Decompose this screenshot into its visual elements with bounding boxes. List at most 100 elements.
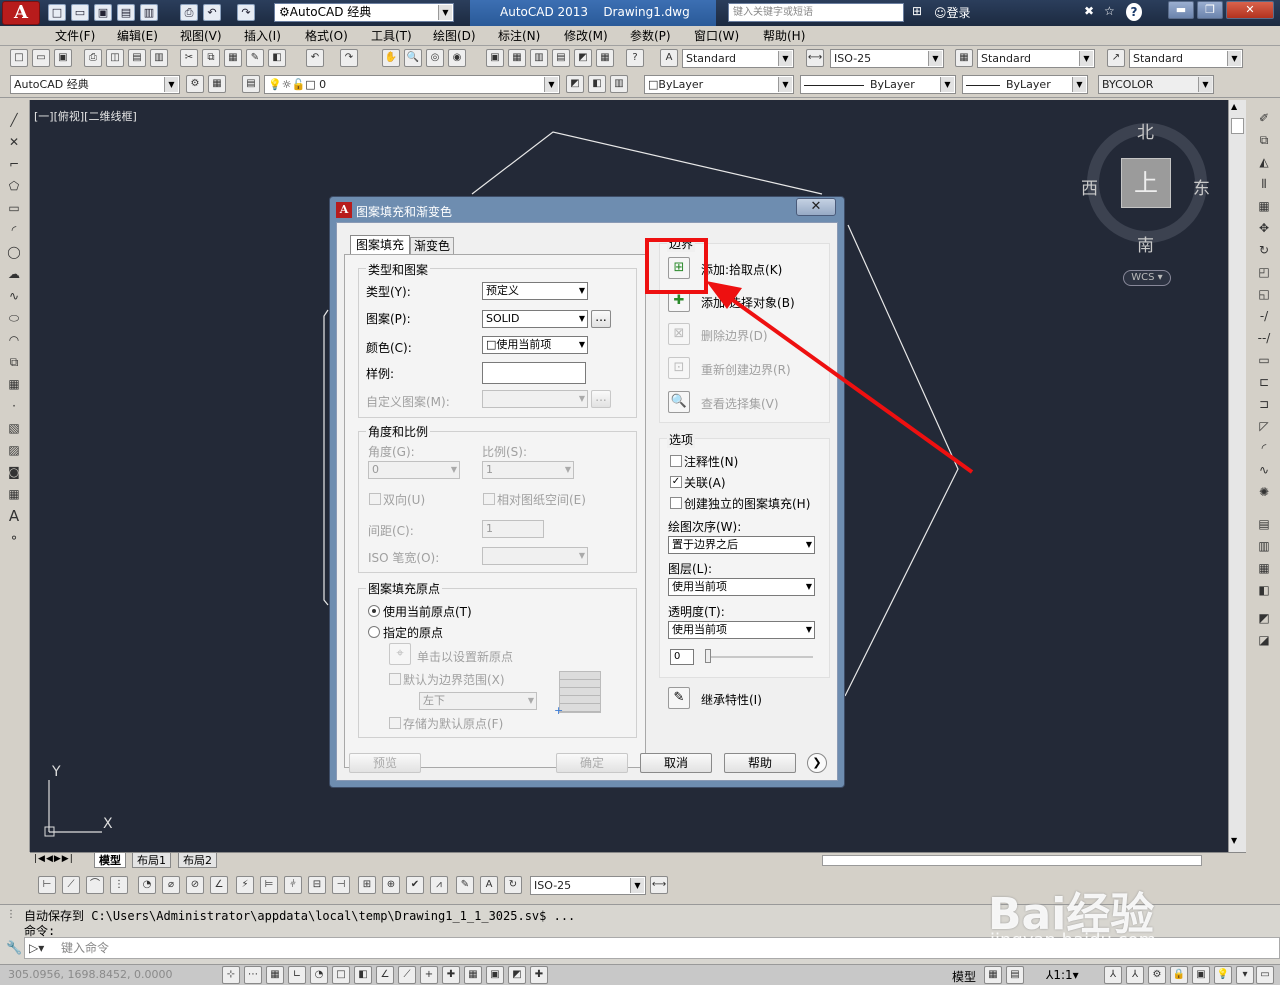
menu-tools[interactable]: 工具(T) <box>367 27 416 45</box>
add-selected-icon[interactable]: ⚬ <box>4 528 24 548</box>
otrack-icon[interactable]: ∠ <box>376 966 394 984</box>
paste-icon[interactable]: ▦ <box>224 49 242 67</box>
add-select-objects-label[interactable]: 添加:选择对象(B) <box>701 294 795 311</box>
menu-parametric[interactable]: 参数(P) <box>626 27 675 45</box>
store-default-checkbox[interactable] <box>389 717 401 729</box>
wcs-menu[interactable]: WCS ▾ <box>1123 270 1171 286</box>
design-center-icon[interactable]: ▦ <box>508 49 526 67</box>
remove-boundaries-label[interactable]: 删除边界(D) <box>701 327 768 344</box>
hardware-acceleration-icon[interactable]: ▣ <box>1192 966 1210 984</box>
dim-style-select[interactable]: ISO-25 ▼ <box>830 49 944 68</box>
scale-select[interactable]: 1 ▼ <box>482 461 574 479</box>
3d-osnap-icon[interactable]: ◧ <box>354 966 372 984</box>
menu-dimension[interactable]: 标注(N) <box>494 27 544 45</box>
layer-properties-icon[interactable]: ▤ <box>242 75 260 93</box>
search-input[interactable]: 键入关键字或短语 <box>728 3 904 22</box>
lineweight-select[interactable]: ByLayer ▼ <box>962 75 1088 94</box>
mirror-icon[interactable]: ◭ <box>1254 152 1274 172</box>
properties-icon[interactable]: ▣ <box>486 49 504 67</box>
transparency-value-input[interactable]: 0 <box>670 649 694 665</box>
radius-icon[interactable]: ◔ <box>138 876 156 894</box>
chamfer-icon[interactable]: ◸ <box>1254 416 1274 436</box>
use-current-origin-radio[interactable] <box>368 605 380 617</box>
lock-icon[interactable]: 🔒 <box>1170 966 1188 984</box>
redo-icon[interactable]: ↷ <box>237 4 255 21</box>
offset-icon[interactable]: ⫴ <box>1254 174 1274 194</box>
gear-icon[interactable]: ⚙ <box>1148 966 1166 984</box>
tab-layout1[interactable]: 布局1 <box>132 853 171 868</box>
pattern-browse-button[interactable]: ... <box>591 310 611 328</box>
inherit-properties-label[interactable]: 继承特性(I) <box>701 691 762 708</box>
calculator-icon[interactable]: ▦ <box>596 49 614 67</box>
tab-model[interactable]: 模型 <box>94 853 126 868</box>
layer-state-icon[interactable]: ▥ <box>610 75 628 93</box>
publish-icon[interactable]: ▥ <box>140 4 158 21</box>
join-icon[interactable]: ⊐ <box>1254 394 1274 414</box>
workspace-settings-icon[interactable]: ▦ <box>208 75 226 93</box>
recreate-boundary-icon[interactable]: ⊡ <box>668 357 690 379</box>
sheet-set-icon[interactable]: ▤ <box>552 49 570 67</box>
break-at-point-icon[interactable]: ▭ <box>1254 350 1274 370</box>
login-button[interactable]: ☺登录 <box>934 4 971 21</box>
blend-curves-icon[interactable]: ∿ <box>1254 460 1274 480</box>
vertical-scrollbar[interactable]: ▲ ▼ <box>1228 100 1246 852</box>
menu-draw[interactable]: 绘图(D) <box>429 27 480 45</box>
revision-cloud-icon[interactable]: ☁ <box>4 264 24 284</box>
plot-icon[interactable]: ⎙ <box>84 49 102 67</box>
annotation-monitor-icon[interactable]: ✚ <box>530 966 548 984</box>
pan-icon[interactable]: ✋ <box>382 49 400 67</box>
polar-icon[interactable]: ◔ <box>310 966 328 984</box>
new-icon[interactable]: □ <box>10 49 28 67</box>
transparency-slider-track[interactable] <box>707 656 813 658</box>
workspace-select[interactable]: AutoCAD 经典 ▼ <box>10 75 180 94</box>
restore-button[interactable]: ❐ <box>1197 1 1223 19</box>
linear-dimension-icon[interactable]: ⊢ <box>38 876 56 894</box>
diameter-icon[interactable]: ⊘ <box>186 876 204 894</box>
save-as-icon[interactable]: ▤ <box>117 4 135 21</box>
multiline-text-icon[interactable]: A <box>4 506 24 526</box>
print-icon[interactable]: ⎙ <box>180 4 198 21</box>
layer-previous-icon[interactable]: ◧ <box>588 75 606 93</box>
region-icon[interactable]: ◙ <box>4 462 24 482</box>
annotation-visibility-icon[interactable]: ⅄ <box>1104 966 1122 984</box>
status-menu-icon[interactable]: ▾ <box>1236 966 1254 984</box>
clean-screen-icon[interactable]: ▭ <box>1256 966 1274 984</box>
bring-front-icon[interactable]: ▥ <box>1254 536 1274 556</box>
dim-style-icon[interactable]: ⟷ <box>806 49 824 67</box>
model-space-button[interactable]: 模型 <box>952 968 976 985</box>
snap-icon[interactable]: ⋯ <box>244 966 262 984</box>
3d-print-icon[interactable]: ▥ <box>150 49 168 67</box>
osnap-icon[interactable]: □ <box>332 966 350 984</box>
inherit-properties-icon[interactable]: ✎ <box>668 687 690 709</box>
application-menu-button[interactable]: A <box>2 1 40 25</box>
open-icon[interactable]: ▭ <box>71 4 89 21</box>
type-select[interactable]: 预定义 ▼ <box>482 282 588 300</box>
redo-icon[interactable]: ↷ <box>340 49 358 67</box>
aligned-dimension-icon[interactable]: ⟋ <box>62 876 80 894</box>
zoom-previous-icon[interactable]: ◉ <box>448 49 466 67</box>
rectangle-icon[interactable]: ▭ <box>4 198 24 218</box>
add-pick-points-label[interactable]: 添加:拾取点(K) <box>701 261 782 278</box>
ellipse-icon[interactable]: ⬭ <box>4 308 24 328</box>
gradient-icon[interactable]: ▨ <box>4 440 24 460</box>
layer-select[interactable]: 💡☼🔓□ 0 ▼ <box>264 75 560 94</box>
polygon-icon[interactable]: ⬠ <box>4 176 24 196</box>
dim-edit-icon[interactable]: ✎ <box>456 876 474 894</box>
save-icon[interactable]: ▣ <box>94 4 112 21</box>
sample-swatch[interactable] <box>482 362 586 384</box>
jogged-linear-icon[interactable]: ⩘ <box>430 876 448 894</box>
ordinate-icon[interactable]: ⋮ <box>110 876 128 894</box>
remove-boundaries-icon[interactable]: ⊠ <box>668 323 690 345</box>
arc-length-icon[interactable]: ⌒ <box>86 876 104 894</box>
break-icon[interactable]: ⊏ <box>1254 372 1274 392</box>
draw-order-select[interactable]: 置于边界之后 ▼ <box>668 536 815 554</box>
custom-browse-button[interactable]: ... <box>591 390 611 408</box>
star-icon[interactable]: ☆ <box>1104 4 1115 18</box>
copy-icon[interactable]: ⧉ <box>202 49 220 67</box>
recreate-boundary-label[interactable]: 重新创建边界(R) <box>701 361 791 378</box>
ok-button[interactable]: 确定 <box>556 753 628 773</box>
markup-icon[interactable]: ◩ <box>574 49 592 67</box>
auto-scale-icon[interactable]: ⅄ <box>1126 966 1144 984</box>
zoom-realtime-icon[interactable]: 🔍 <box>404 49 422 67</box>
isolate-objects-icon[interactable]: 💡 <box>1214 966 1232 984</box>
